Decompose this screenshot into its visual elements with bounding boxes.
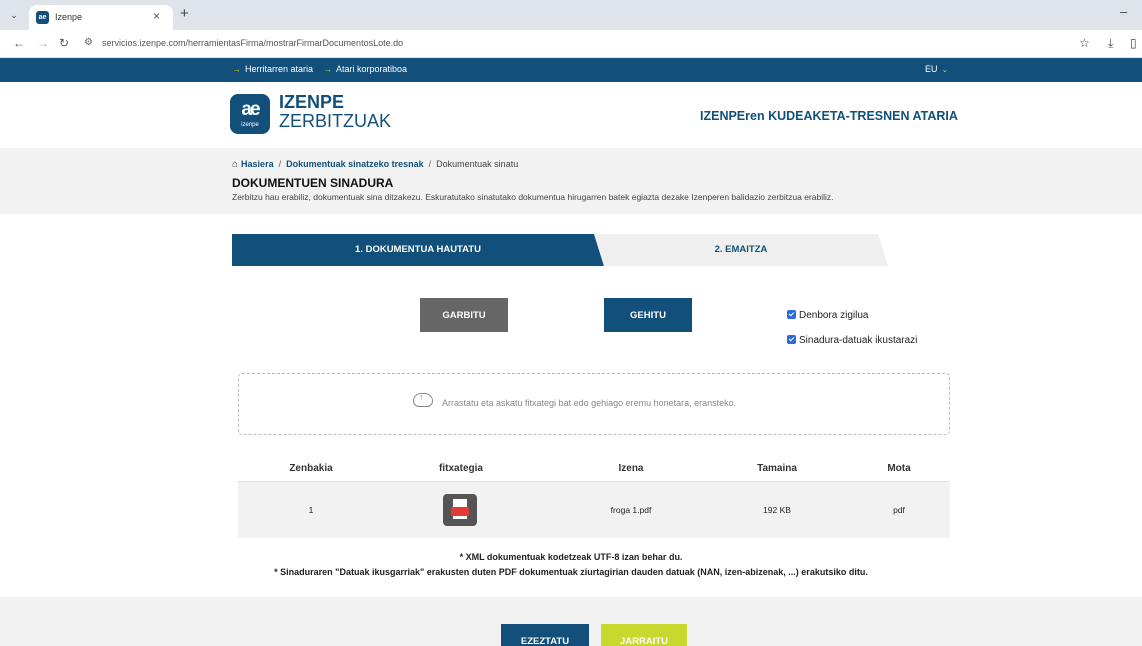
page-title: DOKUMENTUEN SINADURA [232, 176, 394, 190]
table-row[interactable]: 1 froga 1.pdf 192 KB pdf [238, 482, 950, 538]
cell-type: pdf [893, 505, 905, 515]
logo-subtitle: ZERBITZUAK [279, 111, 392, 131]
tab-title: Izenpe [55, 12, 83, 22]
breadcrumb-current: Dokumentuak sinatu [436, 159, 519, 169]
download-icon[interactable]: ⤓ [1108, 36, 1113, 51]
column-header-name: Izena [618, 463, 644, 474]
wizard-steps: 1. DOKUMENTUA HAUTATU 2. EMAITZA [232, 234, 888, 266]
corporate-portal-link[interactable]: → Atari korporatiboa [323, 64, 407, 74]
citizen-portal-link[interactable]: → Herritarren ataria [232, 64, 313, 74]
language-selector[interactable]: EU ⌄ [925, 64, 948, 74]
timestamp-option[interactable]: Denbora zigilua [787, 310, 869, 321]
site-top-nav: → Herritarren ataria → Atari korporatiboa … [0, 58, 1142, 82]
chevron-down-icon: ⌄ [941, 65, 949, 74]
column-header-number: Zenbakia [289, 463, 333, 474]
bookmark-star-icon[interactable]: ☆ [1079, 36, 1090, 50]
continue-button[interactable]: JARRAITU [601, 624, 687, 646]
window-minimize-icon[interactable]: – [1120, 4, 1127, 19]
new-tab-plus-icon[interactable]: + [180, 5, 189, 22]
tab-search-chevron-icon[interactable]: ⌄ [7, 8, 21, 22]
timestamp-checkbox[interactable] [787, 310, 796, 319]
arrow-right-icon: → [323, 64, 332, 74]
add-button[interactable]: GEHITU [604, 298, 692, 332]
home-icon: ⌂ [232, 159, 239, 170]
cloud-upload-icon [413, 392, 433, 407]
file-dropzone[interactable]: Arrastatu eta askatu fitxategi bat edo g… [238, 373, 950, 435]
note-visible-data: * Sinaduraren "Datuak ikusgarriak" eraku… [274, 567, 868, 577]
footer-actions: EZEZTATU JARRAITU [0, 597, 1142, 646]
back-arrow-icon[interactable]: ← [13, 36, 25, 50]
show-signature-data-checkbox[interactable] [787, 335, 796, 344]
column-header-type: Mota [887, 463, 911, 474]
forward-arrow-icon[interactable]: → [37, 36, 49, 50]
breadcrumb-home-link[interactable]: Hasiera [241, 159, 274, 169]
show-signature-data-option[interactable]: Sinadura-datuak ikustarazi [787, 335, 917, 346]
step-select-document: 1. DOKUMENTUA HAUTATU [232, 234, 604, 266]
note-xml-encoding: * XML dokumentuak kodetzeak UTF-8 izan b… [459, 552, 683, 562]
cancel-button[interactable]: EZEZTATU [501, 624, 589, 646]
tab-close-icon[interactable]: × [153, 9, 160, 23]
page-title-band: ⌂ Hasiera / Dokumentuak sinatzeko tresnak / D… [0, 148, 1142, 214]
page-description: Zerbitzu hau erabiliz, dokumentuak sina … [232, 192, 834, 202]
address-bar[interactable]: ⚙ servicios.izenpe.com/herramientasFirma… [78, 34, 1078, 54]
favicon-icon: ae [36, 11, 49, 24]
browser-toolbar: ← → ↻ ⚙ servicios.izenpe.com/herramienta… [0, 30, 1142, 58]
table-header: Zenbakia fitxategia Izena Tamaina Mota [238, 454, 950, 482]
column-header-file: fitxategia [439, 463, 483, 474]
cell-number: 1 [308, 505, 314, 515]
cell-name: froga 1.pdf [610, 505, 652, 515]
portal-title: IZENPEren KUDEAKETA-TRESNEN ATARIA [700, 109, 958, 123]
step-result: 2. EMAITZA [594, 234, 888, 266]
logo-title: IZENPE [279, 92, 345, 112]
breadcrumb-parent-link[interactable]: Dokumentuak sinatzeko tresnak [286, 159, 424, 169]
clear-button[interactable]: GARBITU [420, 298, 508, 332]
izenpe-logo-icon[interactable]: ae izenpe [230, 94, 270, 134]
browser-tab[interactable]: ae Izenpe × [29, 5, 173, 30]
breadcrumb: ⌂ Hasiera / Dokumentuak sinatzeko tresnak / D… [232, 159, 519, 170]
site-header: ae izenpe IZENPE ZERBITZUAK IZENPEren KU… [0, 82, 1142, 148]
reload-icon[interactable]: ↻ [59, 36, 69, 50]
arrow-right-icon: → [232, 64, 241, 74]
column-header-size: Tamaina [757, 463, 797, 474]
pdf-file-icon[interactable] [443, 494, 477, 526]
browser-tabstrip: ⌄ ae Izenpe × + – [0, 0, 1142, 30]
url-text[interactable]: servicios.izenpe.com/herramientasFirma/m… [102, 38, 403, 48]
site-info-icon[interactable]: ⚙ [84, 37, 93, 48]
dropzone-text: Arrastatu eta askatu fitxategi bat edo g… [442, 398, 737, 408]
cell-size: 192 KB [763, 505, 791, 515]
side-panel-icon[interactable]: ▯ [1130, 36, 1137, 50]
